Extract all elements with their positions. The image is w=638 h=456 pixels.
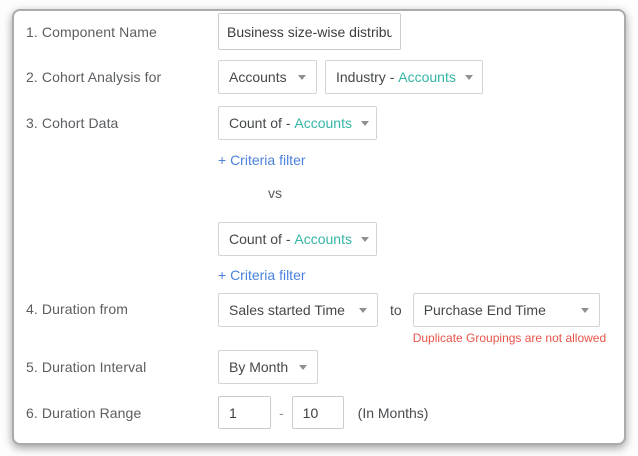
chevron-down-icon — [581, 308, 589, 313]
component-name-label: 1. Component Name — [14, 24, 218, 40]
module-dropdown[interactable]: Accounts — [218, 60, 317, 94]
duration-interval-dropdown[interactable]: By Month — [218, 350, 318, 384]
primary-dropdown-value: Accounts — [294, 115, 352, 131]
chevron-down-icon — [359, 308, 367, 313]
chevron-down-icon — [361, 121, 369, 126]
cohort-data-secondary-dropdown[interactable]: Count of - Accounts — [218, 222, 377, 256]
grouping-dropdown-value: Accounts — [398, 69, 456, 85]
duration-range-unit-label: (In Months) — [358, 405, 429, 421]
duration-from-dropdown[interactable]: Sales started Time — [218, 293, 378, 327]
duration-range-max-input[interactable] — [292, 396, 344, 429]
criteria-filter-link-secondary[interactable]: + Criteria filter — [218, 267, 306, 283]
duration-range-label: 6. Duration Range — [14, 405, 218, 421]
vs-label: vs — [268, 185, 282, 201]
duration-interval-row: 5. Duration Interval By Month — [14, 350, 624, 384]
component-name-input[interactable] — [218, 13, 401, 50]
secondary-dropdown-prefix: Count of - — [229, 231, 294, 247]
chevron-down-icon — [465, 75, 473, 80]
criteria-filter-link-primary[interactable]: + Criteria filter — [218, 152, 306, 168]
cohort-analysis-label: 2. Cohort Analysis for — [14, 69, 218, 85]
duration-from-value: Sales started Time — [229, 302, 345, 318]
duration-from-label: 4. Duration from — [14, 293, 218, 317]
duplicate-grouping-error: Duplicate Groupings are not allowed — [413, 331, 606, 345]
primary-dropdown-prefix: Count of - — [229, 115, 294, 131]
grouping-dropdown-prefix: Industry - — [336, 69, 398, 85]
secondary-dropdown-value: Accounts — [294, 231, 352, 247]
module-dropdown-value: Accounts — [229, 69, 287, 85]
chevron-down-icon — [298, 75, 306, 80]
cohort-data-primary-dropdown[interactable]: Count of - Accounts — [218, 106, 377, 140]
range-separator: - — [279, 405, 284, 421]
duration-to-dropdown[interactable]: Purchase End Time — [413, 293, 600, 327]
chevron-down-icon — [299, 365, 307, 370]
component-name-row: 1. Component Name — [14, 13, 624, 50]
duration-range-row: 6. Duration Range - (In Months) — [14, 396, 624, 429]
cohort-analysis-row: 2. Cohort Analysis for Accounts Industry… — [14, 60, 624, 94]
grouping-dropdown[interactable]: Industry - Accounts — [325, 60, 483, 94]
duration-range-min-input[interactable] — [218, 396, 271, 429]
duration-interval-label: 5. Duration Interval — [14, 359, 218, 375]
duration-to-value: Purchase End Time — [424, 302, 546, 318]
duration-from-row: 4. Duration from Sales started Time to P… — [14, 293, 624, 345]
to-label: to — [390, 293, 402, 327]
cohort-data-label: 3. Cohort Data — [14, 106, 218, 131]
cohort-data-row: 3. Cohort Data Count of - Accounts + Cri… — [14, 106, 624, 283]
duration-interval-value: By Month — [229, 359, 288, 375]
cohort-settings-panel: 1. Component Name 2. Cohort Analysis for… — [12, 9, 626, 445]
chevron-down-icon — [361, 237, 369, 242]
